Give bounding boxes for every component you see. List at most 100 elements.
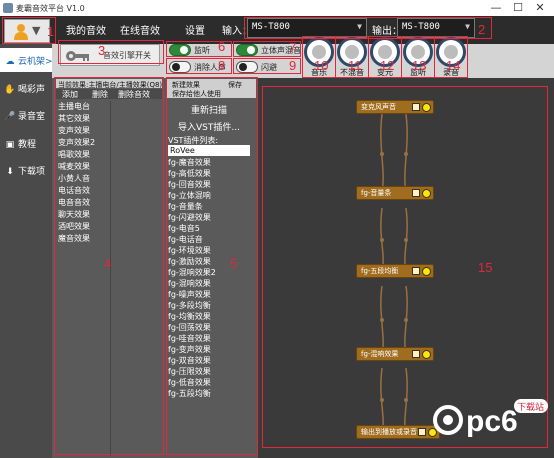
download-icon: ⬇ (6, 167, 14, 177)
pc6-logo-icon: pc6 下载站 (433, 399, 548, 438)
list-item[interactable]: 其它效果 (58, 113, 90, 124)
toggle-switch (236, 44, 258, 56)
vst-plugin-item[interactable]: fg-电音5 (168, 223, 200, 234)
annotation-number: 15 (478, 260, 493, 275)
vst-plugin-item[interactable]: fg-混响效果 (168, 278, 211, 289)
engine-label: 音效引擎开关 (103, 51, 151, 60)
vst-plugin-item[interactable]: fg-回音效果 (168, 179, 211, 190)
user-avatar-icon (14, 24, 28, 40)
sound-engine-toggle-button[interactable]: 音效引擎开关 (60, 44, 160, 66)
list-item[interactable]: 酒吧效果 (58, 221, 90, 232)
delete-button[interactable]: 删除 (92, 89, 108, 100)
annotation-number: 2 (478, 22, 486, 37)
list-item[interactable]: 聊天效果 (58, 209, 90, 220)
book-icon: ▣ (5, 140, 15, 150)
mic-icon: 🎤 (4, 112, 16, 122)
close-button[interactable]: ✕ (530, 1, 550, 15)
minimize-button[interactable]: — (486, 1, 506, 15)
chain-node-reverb[interactable]: fg-混响效果 (356, 347, 434, 361)
list-item[interactable]: 唱歌效果 (58, 149, 90, 160)
vst-plugin-item[interactable]: fg-立体混响 (168, 190, 211, 201)
toggle-switch (236, 61, 258, 73)
vst-plugin-item[interactable]: fg-电话音 (168, 234, 203, 245)
add-effect-button[interactable]: 添加 (62, 89, 78, 100)
list-item[interactable]: 主播电台 (58, 101, 90, 112)
app-logo-icon (3, 3, 13, 13)
ducking-toggle[interactable]: 闪避 (236, 60, 296, 74)
annotation-number: 10 (314, 58, 329, 73)
vst-plugin-item[interactable]: fg-高低效果 (168, 168, 211, 179)
vst-plugin-item[interactable]: fg-噪声效果 (168, 289, 211, 300)
toggle-switch (169, 61, 191, 73)
output-device-select[interactable]: MS-T800 ▼ (397, 18, 475, 38)
sidebar-item-downloads[interactable]: ⬇ 下载项 (0, 158, 52, 182)
toggle-switch (169, 44, 191, 56)
chain-node-mic-input[interactable]: 变克风声音 (356, 100, 434, 114)
tab-settings[interactable]: 设置 (185, 22, 205, 37)
annotation-number: 13 (412, 58, 427, 73)
list-item[interactable]: 喊麦效果 (58, 161, 90, 172)
settings-icon[interactable] (412, 189, 420, 197)
chain-node-volume[interactable]: fg-音量条 (356, 186, 434, 200)
vst-plugin-item[interactable]: fg-混响效果2 (168, 267, 216, 278)
annotation-number: 12 (380, 58, 395, 73)
chevron-down-icon: ▼ (465, 22, 470, 31)
vst-plugin-item[interactable]: fg-低音效果 (168, 377, 211, 388)
sidebar-item-cloud-rack[interactable]: ☁ 云机架> (0, 48, 53, 72)
vst-plugin-item[interactable]: fg-哇音效果 (168, 333, 211, 344)
delete-effect-button[interactable]: 删除音效 (118, 89, 150, 100)
vst-plugin-item[interactable]: fg-多段均衡 (168, 300, 211, 311)
list-item[interactable]: 电话音效 (58, 185, 90, 196)
vst-plugin-item[interactable]: fg-压限效果 (168, 366, 211, 377)
tab-online-sound[interactable]: 在线音效 (120, 22, 160, 37)
column-divider (110, 101, 111, 456)
list-item[interactable]: 小黄人音 (58, 173, 90, 184)
watermark-site: 下载站 (517, 401, 544, 413)
settings-icon[interactable] (412, 103, 420, 111)
list-item[interactable]: 魔音效果 (58, 233, 90, 244)
vst-plugin-item[interactable]: fg-均衡效果 (168, 311, 211, 322)
vst-plugin-item[interactable]: fg-回荡效果 (168, 322, 211, 333)
annotation-number: 11 (348, 58, 362, 73)
list-item[interactable]: 变声效果 (58, 125, 90, 136)
sidebar-item-applause[interactable]: ✋ 喝彩声 (0, 76, 52, 100)
status-led-icon[interactable] (422, 350, 431, 359)
settings-icon[interactable] (418, 428, 426, 436)
vst-plugin-item[interactable]: fg-环境效果 (168, 245, 211, 256)
status-led-icon[interactable] (422, 189, 431, 198)
rescan-button[interactable]: 重新扫描 (168, 103, 250, 116)
settings-icon[interactable] (412, 267, 420, 275)
input-device-select[interactable]: MS-T800 ▼ (247, 18, 367, 38)
chain-node-eq5[interactable]: fg-五段均衡 (356, 264, 434, 278)
annotation-number: 1 (47, 24, 55, 39)
tab-my-sound[interactable]: 我的音效 (66, 22, 106, 37)
annotation-number: 6 (218, 39, 226, 54)
vst-plugin-item[interactable]: fg-双音效果 (168, 355, 211, 366)
save-for-others-button[interactable]: 保存给他人使用 (172, 89, 221, 99)
annotation-number: 4 (104, 256, 112, 271)
vst-search-input[interactable]: RoVee (168, 145, 250, 156)
chevron-down-icon: ▼ (357, 22, 362, 31)
sidebar-item-studio[interactable]: 🎤 录音室 (0, 103, 52, 127)
save-button[interactable]: 保存 (228, 80, 242, 90)
vst-plugin-item[interactable]: fg-变声效果 (168, 344, 211, 355)
list-item[interactable]: 变声效果2 (58, 137, 95, 148)
vst-plugin-item[interactable]: fg-闪避效果 (168, 212, 211, 223)
status-led-icon[interactable] (422, 267, 431, 276)
annotation-number: 9 (289, 58, 297, 73)
maximize-button[interactable]: ☐ (508, 1, 528, 15)
import-vst-button[interactable]: 导入VST插件... (168, 120, 250, 133)
pc6-watermark: pc6 下载站 (432, 395, 550, 445)
annotation-number: 8 (218, 58, 226, 73)
settings-icon[interactable] (412, 350, 420, 358)
vst-plugin-item[interactable]: fg-激励效果 (168, 256, 211, 267)
user-menu-button[interactable]: ▼ (4, 19, 50, 43)
list-item[interactable]: 电音音效 (58, 197, 90, 208)
annotation-number: 5 (230, 256, 238, 271)
vst-plugin-item[interactable]: fg-五段均衡 (168, 388, 211, 399)
chain-node-output[interactable]: 输出到播放或录音 (356, 425, 440, 439)
sidebar-item-tutorial[interactable]: ▣ 教程 (0, 131, 52, 155)
vst-plugin-item[interactable]: fg-音量条 (168, 201, 203, 212)
status-led-icon[interactable] (422, 103, 431, 112)
vst-plugin-item[interactable]: fg-魔音效果 (168, 157, 211, 168)
